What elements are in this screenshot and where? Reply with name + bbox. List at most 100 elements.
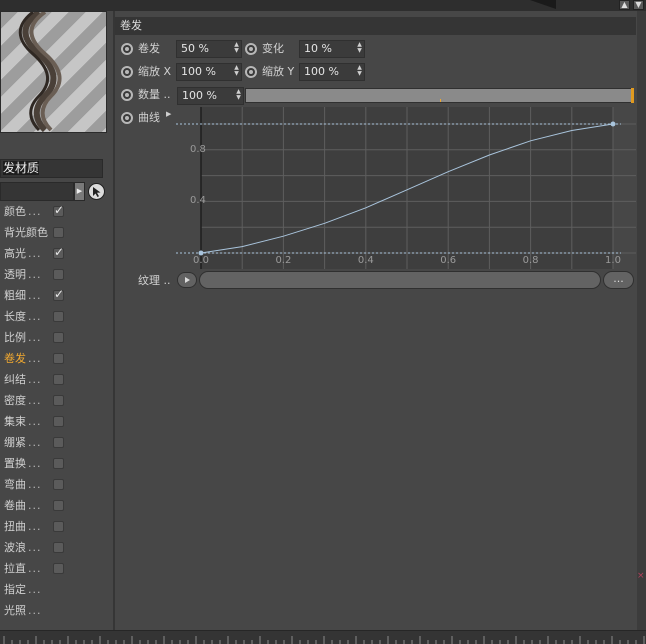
channel-dots: ... [28,352,42,365]
x-tick-label: 0.4 [358,255,374,266]
channel-checkbox[interactable] [53,395,64,406]
x-tick-label: 0.2 [275,255,291,266]
texture-slot[interactable] [199,271,601,289]
channel-label: 卷曲 [4,499,26,512]
channel-checkbox[interactable] [53,353,64,364]
material-name-field[interactable]: 发材质 [0,159,103,178]
channel-dots: ... [28,310,42,323]
texture-arrow-button[interactable] [177,272,197,288]
pin-button[interactable]: ▲ [619,0,630,10]
curl-animate-radio[interactable] [121,43,133,55]
channel-checkbox[interactable] [53,269,64,280]
scale-x-stepper-icon[interactable]: ▲ ▼ [233,65,240,79]
channel-checkbox[interactable] [53,227,64,238]
corner-shape [530,0,556,9]
variation-stepper-icon[interactable]: ▲ ▼ [356,42,363,56]
curve-start-point [198,250,204,256]
channel-label: 透明 [4,268,26,281]
channel-checkbox[interactable] [53,458,64,469]
top-strip: ▲ ▼ [0,0,646,11]
section-title: 卷发 [115,17,636,35]
amount-input[interactable]: 100 % [177,87,244,105]
channel-label: 卷发 [4,352,26,365]
channel-dots: ... [28,604,42,617]
channel-checkbox[interactable] [53,311,64,322]
channel-item[interactable]: 指定... [4,581,70,599]
channel-dots: ... [28,541,42,554]
channel-label: 颜色 [4,205,26,218]
channel-label: 粗细 [4,289,26,302]
amount-slider-handle[interactable] [631,88,634,103]
channel-checkbox[interactable] [53,521,64,532]
curve-expand-icon[interactable]: ▶ [166,110,171,118]
x-tick-label: 1.0 [605,255,621,266]
channel-label: 指定 [4,583,26,596]
channel-checkbox[interactable] [53,245,64,259]
channel-dots: ... [28,436,42,449]
scale-y-animate-radio[interactable] [245,66,257,78]
channel-dots: ... [28,478,42,491]
channel-label: 高光 [4,247,26,260]
texture-label: 纹理 .. [138,274,171,287]
channel-checkbox[interactable] [53,416,64,427]
channel-item[interactable]: 光照... [4,602,70,620]
channel-dots: ... [28,520,42,533]
curl-stepper-icon[interactable]: ▲ ▼ [233,42,240,56]
amount-slider-center-mark [440,99,441,102]
x-tick-label: 0.0 [193,255,209,266]
channel-dots: ... [28,415,42,428]
channel-checkbox[interactable] [53,374,64,385]
channel-label: 密度 [4,394,26,407]
timeline-ruler[interactable] [0,630,646,644]
scale-y-label: 缩放 Y [262,65,295,78]
texture-more-button[interactable]: ... [603,271,634,289]
amount-value: 100 % [182,89,217,102]
channel-checkbox[interactable] [53,563,64,574]
scale-x-animate-radio[interactable] [121,66,133,78]
material-link-field[interactable] [0,182,74,201]
channel-dots: ... [28,373,42,386]
channel-label: 集束 [4,415,26,428]
channel-label: 拉直 [4,562,26,575]
close-x-icon[interactable]: × [637,571,645,581]
channel-checkbox[interactable] [53,542,64,553]
y-tick-label: 0.8 [190,144,206,155]
material-link-arrow-button[interactable]: ▶ [74,182,85,201]
curve-editor[interactable]: 0.0 0.2 0.4 0.6 0.8 1.0 0.4 0.8 [176,107,636,269]
curl-label: 卷发 [138,42,160,55]
channel-dots: ... [28,289,42,302]
amount-animate-radio[interactable] [121,89,133,101]
amount-stepper-icon[interactable]: ▲ ▼ [235,89,242,103]
channel-label: 光照 [4,604,26,617]
scale-x-label: 缩放 X [138,65,172,78]
variation-animate-radio[interactable] [245,43,257,55]
picker-arrow-icon[interactable] [88,183,105,200]
x-tick-label: 0.6 [440,255,456,266]
channel-checkbox[interactable] [53,287,64,301]
variation-value: 10 % [304,42,332,55]
curve-end-point [610,121,616,127]
channel-dots: ... [28,499,42,512]
scale-y-stepper-icon[interactable]: ▲ ▼ [356,65,363,79]
channel-label: 纠结 [4,373,26,386]
channel-dots: ... [28,331,42,344]
right-scrollbar[interactable]: × [637,11,646,644]
channel-panel: 发材质 ▶ 颜色...背光颜色高光...透明...粗细...长度...比例...… [0,11,113,630]
channel-dots: ... [28,583,42,596]
channel-checkbox[interactable] [53,203,64,217]
channel-label: 弯曲 [4,478,26,491]
x-tick-label: 0.8 [523,255,539,266]
curl-value: 50 % [181,42,209,55]
channel-label: 波浪 [4,541,26,554]
channel-label: 长度 [4,310,26,323]
channel-checkbox[interactable] [53,332,64,343]
channel-checkbox[interactable] [53,479,64,490]
variation-label: 变化 [262,42,284,55]
y-tick-label: 0.4 [190,195,206,206]
menu-button[interactable]: ▼ [633,0,644,10]
channel-checkbox[interactable] [53,437,64,448]
curve-animate-radio[interactable] [121,112,133,124]
curve-graph[interactable]: 0.0 0.2 0.4 0.6 0.8 1.0 0.4 0.8 [176,107,636,269]
channel-checkbox[interactable] [53,500,64,511]
material-preview[interactable] [0,11,107,133]
